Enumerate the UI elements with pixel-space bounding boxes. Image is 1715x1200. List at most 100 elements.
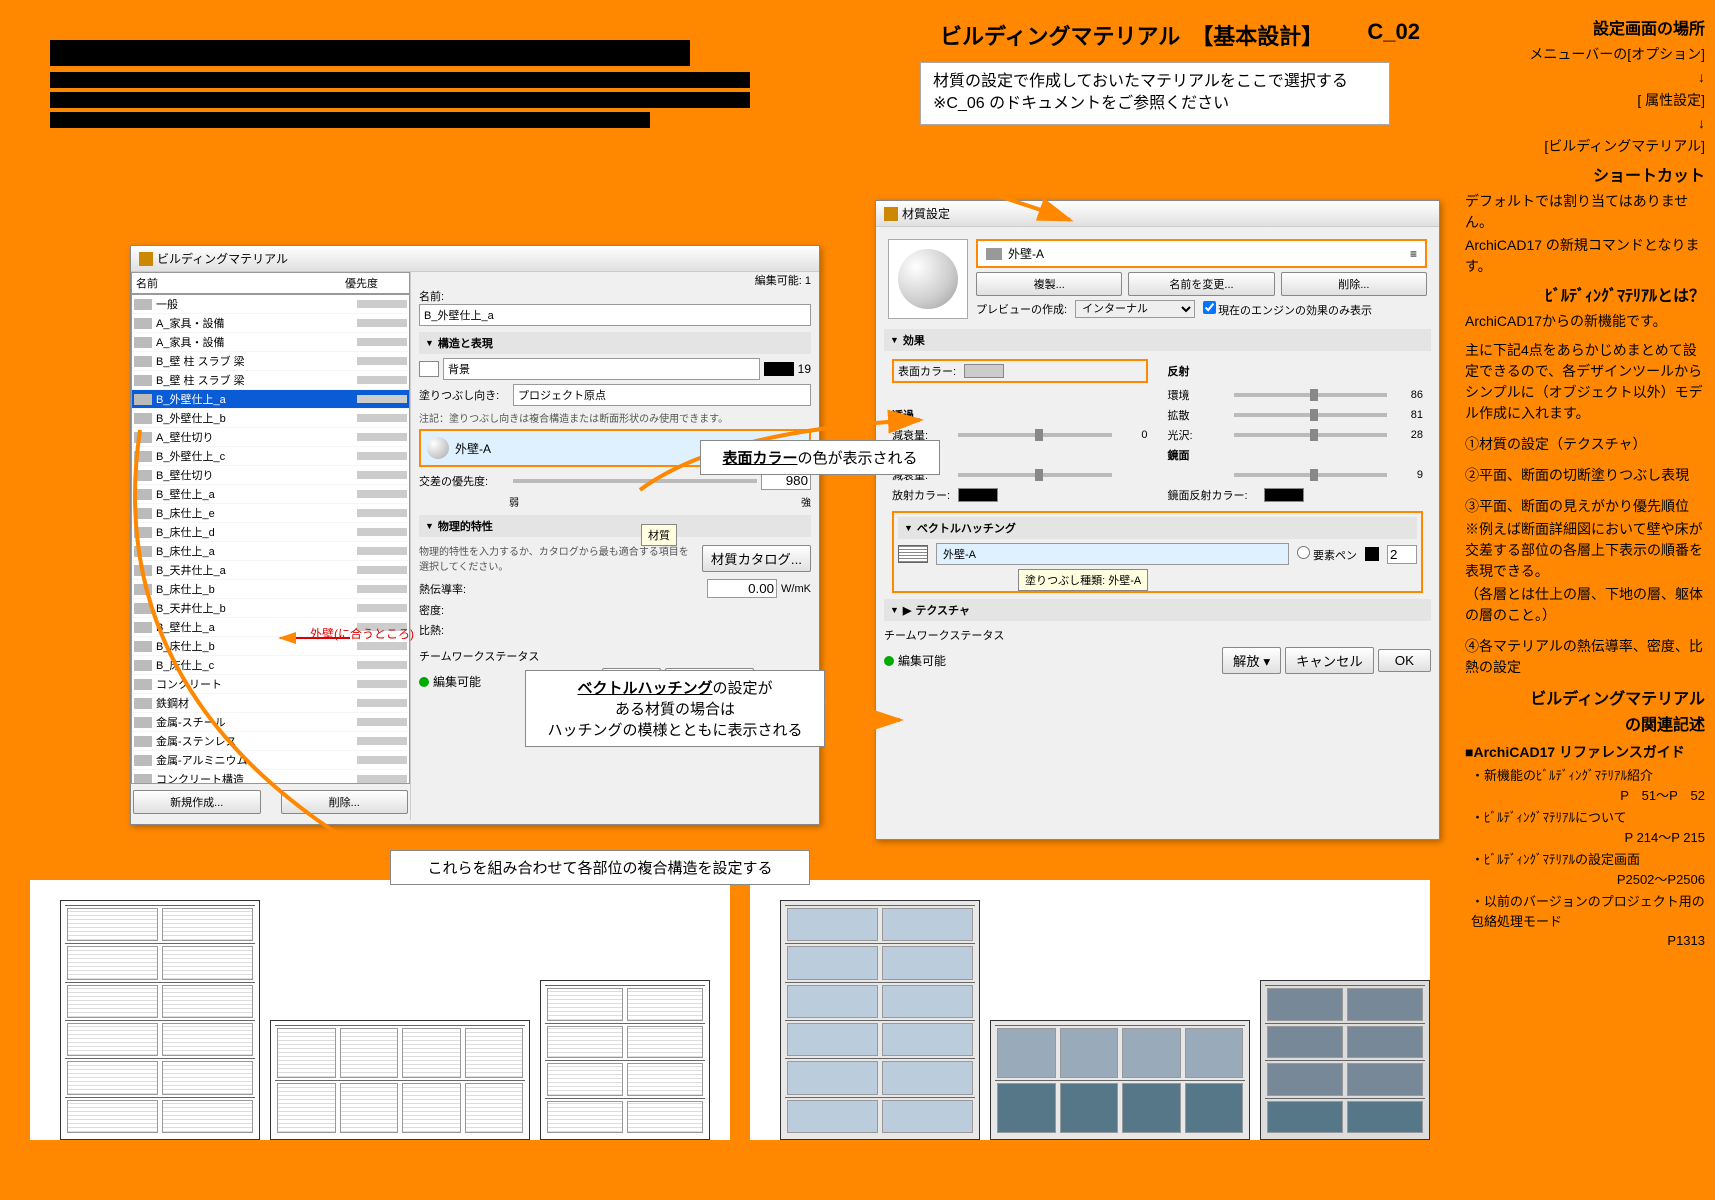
menu-icon[interactable]: ≡ xyxy=(1410,247,1417,261)
ref-item: ・ﾋﾞﾙﾃﾞｨﾝｸﾞﾏﾃﾘｱﾙの設定画面P2502～P2506 xyxy=(1471,850,1705,889)
material-list-row[interactable]: B_壁仕上_a xyxy=(132,485,409,504)
material-list[interactable]: 一般A_家具・設備A_家具・設備B_壁 柱 スラブ 梁B_壁 柱 スラブ 梁B_… xyxy=(131,294,410,784)
material-list-row[interactable]: B_壁仕切り xyxy=(132,466,409,485)
material-list-row[interactable]: A_家具・設備 xyxy=(132,333,409,352)
material-list-row[interactable]: B_天井仕上_a xyxy=(132,561,409,580)
cancel-button[interactable]: キャンセル xyxy=(1285,647,1374,674)
material-list-row[interactable]: B_外壁仕上_a xyxy=(132,390,409,409)
engine-checkbox[interactable] xyxy=(1203,301,1216,314)
status-icon xyxy=(884,656,894,666)
surface-color-row[interactable]: 表面カラー: xyxy=(892,359,1148,383)
material-list-row[interactable]: A_家具・設備 xyxy=(132,314,409,333)
mirror-color-row[interactable]: 鏡面反射カラー: xyxy=(1168,487,1424,503)
trans-heading: 透過 xyxy=(892,407,1148,423)
swatch-icon[interactable] xyxy=(419,361,439,377)
diffuse-row[interactable]: 拡散81 xyxy=(1168,407,1424,423)
delete-button[interactable]: 削除... xyxy=(1281,272,1427,296)
wall-annotation: 外壁(に合うところ) xyxy=(310,625,414,642)
col-priority[interactable]: 優先度 xyxy=(345,275,405,291)
catalog-button[interactable]: 材質カタログ... xyxy=(702,545,811,572)
material-list-row[interactable]: B_壁 柱 スラブ 梁 xyxy=(132,371,409,390)
material-list-row[interactable]: B_床仕上_b xyxy=(132,580,409,599)
new-button[interactable]: 新規作成... xyxy=(133,790,261,814)
section-effect[interactable]: 効果 xyxy=(884,329,1431,351)
pen-number: 19 xyxy=(798,362,811,376)
delete-button[interactable]: 削除... xyxy=(281,790,409,814)
material-list-row[interactable]: B_床仕上_e xyxy=(132,504,409,523)
preview-thumbnail xyxy=(888,239,968,319)
app-icon xyxy=(884,207,898,221)
material-list-row[interactable]: 一般 xyxy=(132,295,409,314)
pen-swatch[interactable] xyxy=(764,362,794,376)
material-list-row[interactable]: 鉄鋼材 xyxy=(132,694,409,713)
material-list-row[interactable]: 金属-ステンレス xyxy=(132,732,409,751)
ref-item: ・以前のバージョンのプロジェクト用の包絡処理モードP1313 xyxy=(1471,892,1705,951)
rename-button[interactable]: 名前を変更... xyxy=(1128,272,1274,296)
point-note: ※例えば断面詳細図において壁や床が交差する部位の各層上下表示の順番を表現できる。 xyxy=(1465,519,1705,582)
point-item: ②平面、断面の切断塗りつぶし表現 xyxy=(1465,465,1705,486)
material-list-row[interactable]: コンクリート xyxy=(132,675,409,694)
section-structure[interactable]: 構造と表現 xyxy=(419,332,811,354)
name-field[interactable]: B_外壁仕上_a xyxy=(419,304,811,326)
what-title: ﾋﾞﾙﾃﾞｨﾝｸﾞﾏﾃﾘｱﾙとは？ xyxy=(1465,285,1705,309)
color-swatch[interactable] xyxy=(964,364,1004,378)
material-list-row[interactable]: コンクリート構造 xyxy=(132,770,409,784)
related-title: ビルディングマテリアル xyxy=(1465,688,1705,712)
section-vh[interactable]: ベクトルハッチング xyxy=(898,517,1417,539)
section-physical[interactable]: 物理的特性 xyxy=(419,515,811,537)
material-list-row[interactable]: 金属-スチール xyxy=(132,713,409,732)
material-list-row[interactable]: B_壁 柱 スラブ 梁 xyxy=(132,352,409,371)
point-item: ③平面、断面の見えがかり優先順位 xyxy=(1465,496,1705,517)
material-list-row[interactable]: 金属-アルミニウム xyxy=(132,751,409,770)
ok-button[interactable]: OK xyxy=(1378,649,1431,672)
emit-color-row[interactable]: 放射カラー: xyxy=(892,487,1148,503)
ref-item: ・新機能のﾋﾞﾙﾃﾞｨﾝｸﾞﾏﾃﾘｱﾙ紹介P 51～P 52 xyxy=(1471,766,1705,805)
app-icon xyxy=(139,252,153,266)
engine-select[interactable]: インターナル xyxy=(1075,300,1195,318)
section-texture[interactable]: ▶ テクスチャ xyxy=(884,599,1431,621)
material-list-panel: 名前 優先度 一般A_家具・設備A_家具・設備B_壁 柱 スラブ 梁B_壁 柱 … xyxy=(131,272,411,820)
material-list-row[interactable]: B_天井仕上_b xyxy=(132,599,409,618)
team-label: チームワークステータス xyxy=(419,648,811,664)
material-list-row[interactable]: A_壁仕切り xyxy=(132,428,409,447)
engine-checkbox-label[interactable]: 現在のエンジンの効果のみ表示 xyxy=(1203,301,1372,318)
release-button[interactable]: 解放 ▾ xyxy=(1222,647,1281,674)
density-label: 密度: xyxy=(419,602,489,618)
duplicate-button[interactable]: 複製... xyxy=(976,272,1122,296)
dialog-titlebar[interactable]: ビルディングマテリアル xyxy=(131,246,819,272)
material-list-row[interactable]: B_外壁仕上_c xyxy=(132,447,409,466)
priority-slider[interactable] xyxy=(513,479,757,483)
status-icon xyxy=(419,677,429,687)
intersect-label: 交差の優先度: xyxy=(419,473,509,489)
pen-radio[interactable]: 要素ペン xyxy=(1297,546,1357,563)
dialog-titlebar[interactable]: 材質設定 xyxy=(876,201,1439,227)
note-vector-hatch: ベクトルハッチングの設定が ある材質の場合は ハッチングの模様とともに表示される xyxy=(525,670,825,747)
material-list-row[interactable]: B_床仕上_c xyxy=(132,656,409,675)
material-list-row[interactable]: B_外壁仕上_b xyxy=(132,409,409,428)
bg-select[interactable]: 背景 xyxy=(443,358,760,380)
vector-hatching-section: ベクトルハッチング 外壁-A 要素ペン 塗りつぶし種類: 外壁-A xyxy=(892,511,1423,593)
mirror-val-row[interactable]: 9 xyxy=(1168,467,1424,483)
dialog-title: ビルディングマテリアル xyxy=(157,250,288,267)
material-name-row[interactable]: 外壁-A ≡ xyxy=(976,239,1427,268)
note-combine: これらを組み合わせて各部位の複合構造を設定する xyxy=(390,850,810,885)
team-label: チームワークステータス xyxy=(884,627,1431,643)
pen-swatch[interactable] xyxy=(1365,547,1379,561)
shortcut-title: ショートカット xyxy=(1465,165,1705,189)
env-row[interactable]: 環境86 xyxy=(1168,387,1424,403)
vh-select[interactable]: 外壁-A xyxy=(936,543,1289,565)
pen-value[interactable] xyxy=(1387,545,1417,564)
gloss-row[interactable]: 光沢:28 xyxy=(1168,427,1424,443)
note-material-select: 材質の設定で作成しておいたマテリアルをここで選択する ※C_06 のドキュメント… xyxy=(920,62,1390,125)
material-list-row[interactable]: B_床仕上_a xyxy=(132,542,409,561)
col-name[interactable]: 名前 xyxy=(136,275,345,291)
point-note: （各層とは仕上の層、下地の層、躯体の層のこと。） xyxy=(1465,584,1705,626)
name-label: 名前: xyxy=(419,288,811,304)
thermal-value[interactable] xyxy=(707,579,777,598)
material-list-row[interactable]: B_床仕上_d xyxy=(132,523,409,542)
team-status: 編集可能 xyxy=(898,652,946,669)
thermal-label: 熱伝導率: xyxy=(419,581,489,597)
low-label: 弱 xyxy=(509,494,519,509)
fill-dir-select[interactable]: プロジェクト原点 xyxy=(513,384,811,406)
related-title: の関連記述 xyxy=(1465,714,1705,738)
